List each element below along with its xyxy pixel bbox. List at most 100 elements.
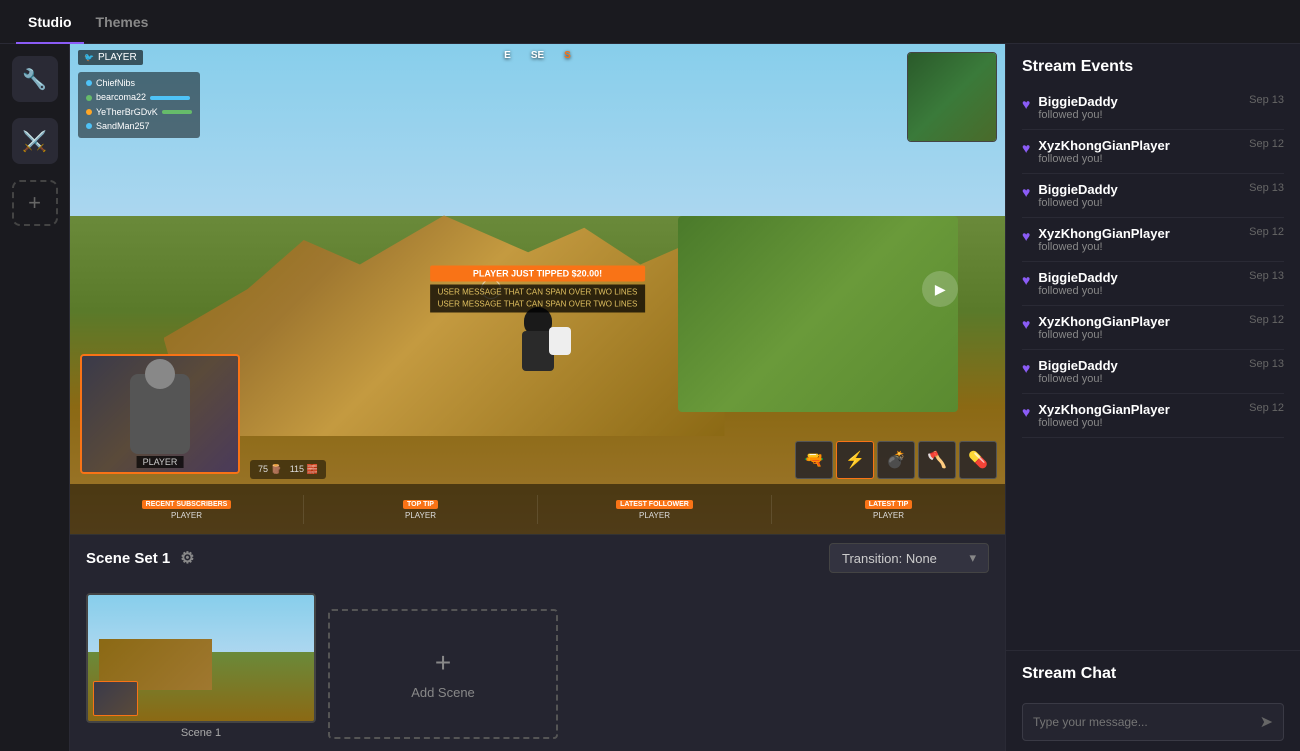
weapon-slot-3: 💣 [877, 441, 915, 479]
sidebar: 🔧 ⚔️ + [0, 44, 70, 751]
tab-studio[interactable]: Studio [16, 0, 84, 44]
event-item-3: ♥ BiggieDaddy followed you! Sep 13 [1022, 174, 1284, 218]
chat-input[interactable] [1033, 715, 1260, 729]
heart-icon-7: ♥ [1022, 360, 1030, 376]
event-date-6: Sep 12 [1249, 314, 1284, 326]
event-username-6: XyzKhongGianPlayer [1038, 314, 1241, 329]
play-button[interactable]: ▶ [922, 271, 958, 307]
event-date-5: Sep 13 [1249, 270, 1284, 282]
webcam-inner [82, 356, 238, 472]
green-area [678, 216, 959, 412]
add-scene-button[interactable]: + Add Scene [328, 609, 558, 739]
plus-icon: + [435, 649, 451, 677]
scene-bar: Scene Set 1 ⚙ Transition: None ▾ [70, 534, 1005, 581]
sidebar-icon-add[interactable]: + [12, 180, 58, 226]
game-preview: E SE S PLAYER ChiefNibs bearcom [70, 44, 1005, 534]
game-sky [70, 44, 1005, 240]
event-date-1: Sep 13 [1249, 94, 1284, 106]
main-layout: 🔧 ⚔️ + E SE S PLAYER [0, 44, 1300, 751]
chat-send-icon[interactable]: ➤ [1260, 712, 1273, 732]
scene-1-thumb[interactable] [86, 593, 316, 723]
notif-tip: PLAYER JUST TIPPED $20.00! [430, 266, 646, 282]
dot-3 [86, 109, 92, 115]
top-nav: Studio Themes [0, 0, 1300, 44]
event-action-6: followed you! [1038, 329, 1241, 341]
bar-3 [162, 110, 192, 114]
leaderboard-row-4: SandMan257 [86, 119, 192, 133]
scene-1-wrapper: Scene 1 [86, 593, 316, 739]
weapon-slot-1: 🔫 [795, 441, 833, 479]
heart-icon-6: ♥ [1022, 316, 1030, 332]
event-action-5: followed you! [1038, 285, 1241, 297]
hud-latest-follower: LATEST FOLLOWER PLAYER [538, 495, 772, 524]
transition-dropdown[interactable]: Transition: None ▾ [829, 543, 989, 573]
chevron-down-icon: ▾ [969, 550, 976, 566]
event-date-4: Sep 12 [1249, 226, 1284, 238]
event-item-8: ♥ XyzKhongGianPlayer followed you! Sep 1… [1022, 394, 1284, 438]
center-content: E SE S PLAYER ChiefNibs bearcom [70, 44, 1005, 751]
heart-icon-5: ♥ [1022, 272, 1030, 288]
leaderboard-row-3: YeTherBrGDvK [86, 105, 192, 119]
weapon-slot-5: 💊 [959, 441, 997, 479]
right-panel: Stream Events ♥ BiggieDaddy followed you… [1005, 44, 1300, 751]
preview-area: E SE S PLAYER ChiefNibs bearcom [70, 44, 1005, 534]
hud-recent-subs: RECENT SUBSCRIBERS PLAYER [70, 495, 304, 524]
minimap-inner [908, 53, 996, 141]
leaderboard-row-1: ChiefNibs [86, 76, 192, 90]
stream-chat-section: Stream Chat ➤ [1006, 650, 1300, 751]
webcam-head [145, 359, 175, 389]
heart-icon-1: ♥ [1022, 96, 1030, 112]
chat-input-area: ➤ [1022, 703, 1284, 741]
stream-events-list: ♥ BiggieDaddy followed you! Sep 13 ♥ Xyz… [1006, 86, 1300, 650]
notification-bar: PLAYER JUST TIPPED $20.00! USER MESSAGE … [430, 266, 646, 313]
webcam-label: PLAYER [137, 456, 184, 468]
sidebar-icon-wrench[interactable]: 🔧 [12, 56, 58, 102]
minimap [907, 52, 997, 142]
scene-set-title: Scene Set 1 ⚙ [86, 548, 195, 568]
bar-2 [150, 96, 190, 100]
event-action-3: followed you! [1038, 197, 1241, 209]
dot-1 [86, 80, 92, 86]
event-item-7: ♥ BiggieDaddy followed you! Sep 13 [1022, 350, 1284, 394]
heart-icon-2: ♥ [1022, 140, 1030, 156]
webcam-overlay: PLAYER [80, 354, 240, 474]
character [513, 307, 563, 397]
event-action-7: followed you! [1038, 373, 1241, 385]
event-username-3: BiggieDaddy [1038, 182, 1241, 197]
event-item-6: ♥ XyzKhongGianPlayer followed you! Sep 1… [1022, 306, 1284, 350]
heart-icon-4: ♥ [1022, 228, 1030, 244]
event-username-2: XyzKhongGianPlayer [1038, 138, 1241, 153]
scene-1-label: Scene 1 [86, 727, 316, 739]
add-scene-label: Add Scene [411, 685, 475, 700]
heart-icon-3: ♥ [1022, 184, 1030, 200]
char-backpack [549, 327, 571, 355]
scenes-panel: Scene 1 + Add Scene [70, 581, 1005, 751]
tab-themes[interactable]: Themes [84, 0, 161, 44]
scene-1-image [88, 595, 314, 721]
weapons-hud: 🔫 ⚡ 💣 🪓 💊 [795, 441, 997, 479]
event-item-5: ♥ BiggieDaddy followed you! Sep 13 [1022, 262, 1284, 306]
hud-latest-tip: LATEST TIP PLAYER [772, 495, 1005, 524]
sidebar-icon-sword[interactable]: ⚔️ [12, 118, 58, 164]
gear-icon[interactable]: ⚙ [180, 548, 194, 568]
event-item-2: ♥ XyzKhongGianPlayer followed you! Sep 1… [1022, 130, 1284, 174]
notif-message: USER MESSAGE THAT CAN SPAN OVER TWO LINE… [430, 285, 646, 313]
stream-events-title: Stream Events [1006, 44, 1300, 86]
event-date-8: Sep 12 [1249, 402, 1284, 414]
bottom-hud: RECENT SUBSCRIBERS PLAYER TOP TIP PLAYER… [70, 484, 1005, 534]
event-username-4: XyzKhongGianPlayer [1038, 226, 1241, 241]
stream-chat-title: Stream Chat [1022, 665, 1284, 693]
leaderboard-row-2: bearcoma22 [86, 90, 192, 104]
event-item-1: ♥ BiggieDaddy followed you! Sep 13 [1022, 86, 1284, 130]
player-label: PLAYER [78, 50, 143, 65]
weapon-slot-2: ⚡ [836, 441, 874, 479]
event-username-5: BiggieDaddy [1038, 270, 1241, 285]
leaderboard: ChiefNibs bearcoma22 YeTherBrGDvK [78, 72, 200, 138]
dot-4 [86, 123, 92, 129]
dot-2 [86, 95, 92, 101]
event-item-4: ♥ XyzKhongGianPlayer followed you! Sep 1… [1022, 218, 1284, 262]
event-username-1: BiggieDaddy [1038, 94, 1241, 109]
heart-icon-8: ♥ [1022, 404, 1030, 420]
weapon-slot-4: 🪓 [918, 441, 956, 479]
event-username-7: BiggieDaddy [1038, 358, 1241, 373]
